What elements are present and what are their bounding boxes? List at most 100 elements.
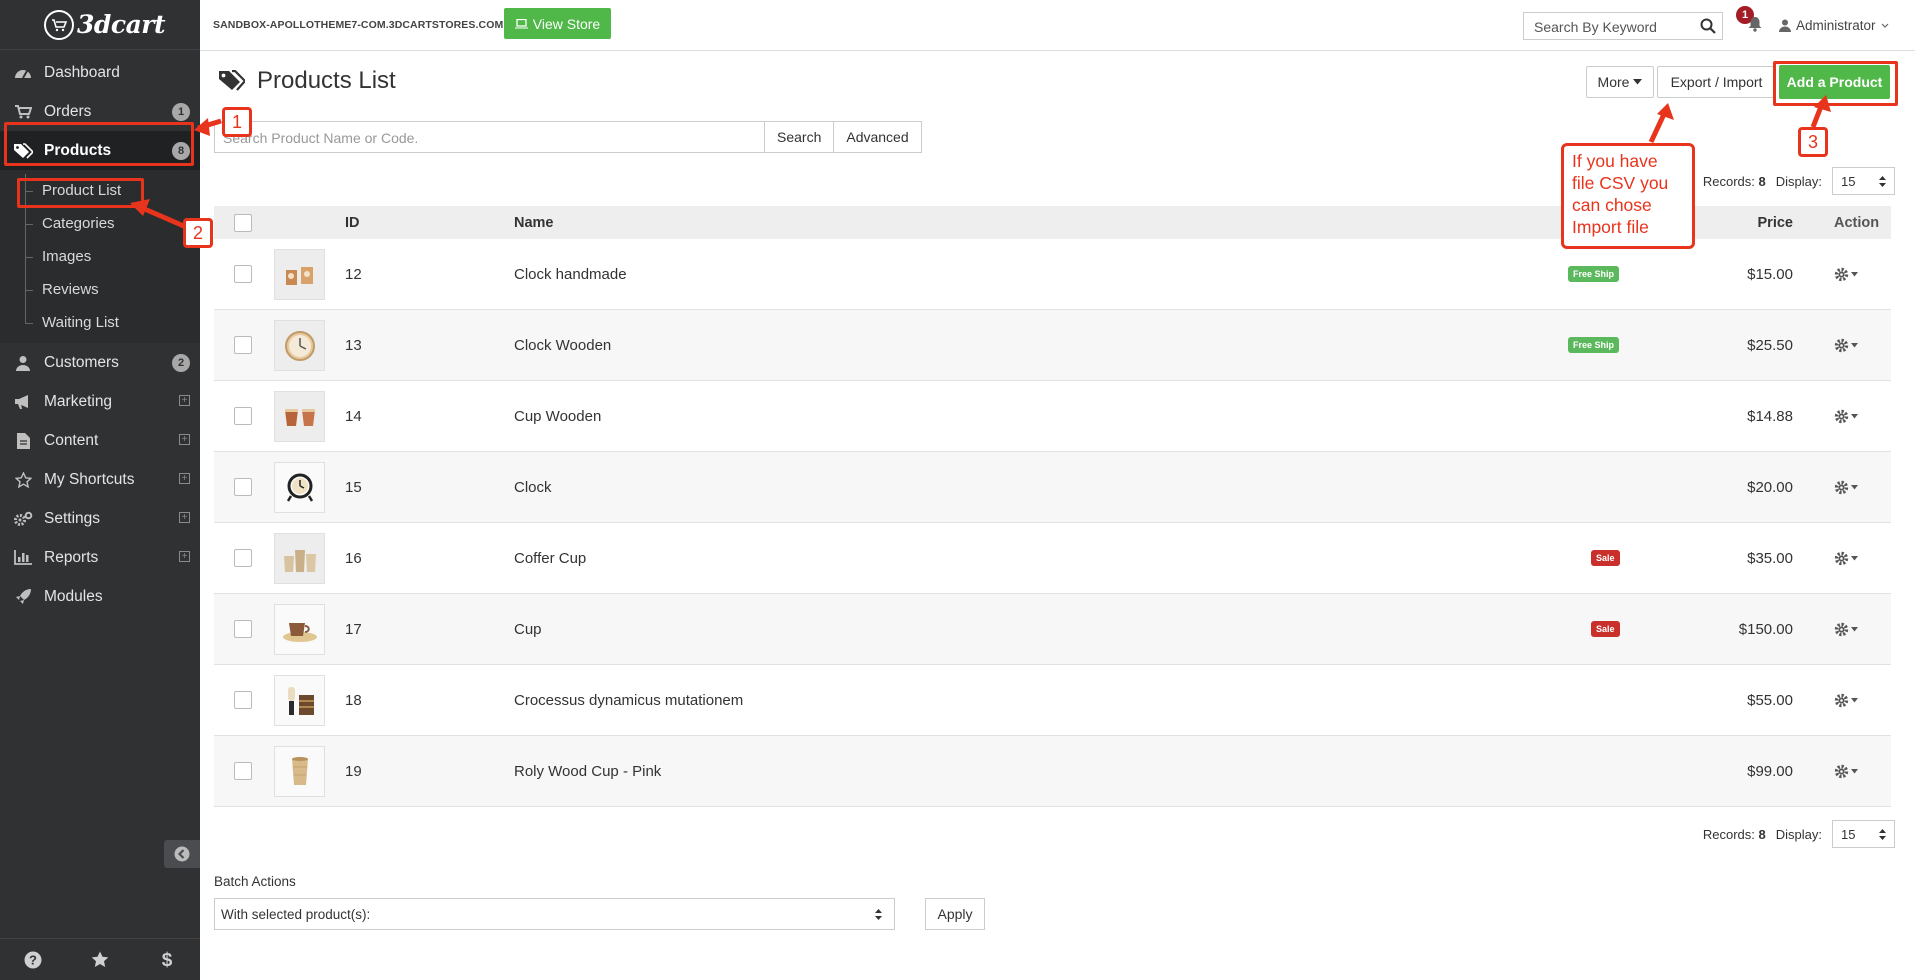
sidebar-item-marketing[interactable]: Marketing + [0, 382, 200, 421]
view-store-button[interactable]: View Store [504, 8, 611, 39]
star-icon [12, 470, 34, 490]
expand-icon[interactable]: + [179, 512, 190, 523]
row-actions-dropdown[interactable] [1834, 267, 1858, 282]
table-row[interactable]: 16 Coffer Cup Sale $35.00 [214, 523, 1891, 594]
table-row[interactable]: 13 Clock Wooden Free Ship $25.50 [214, 310, 1891, 381]
annotation-step-2: 2 [183, 218, 213, 248]
column-header-id[interactable]: ID [345, 215, 360, 231]
gear-icon [1834, 480, 1849, 494]
column-header-price[interactable]: Price [1758, 215, 1793, 231]
product-name[interactable]: Coffer Cup [514, 550, 586, 567]
product-thumbnail[interactable] [274, 675, 325, 726]
row-checkbox[interactable] [234, 762, 252, 780]
row-actions-dropdown[interactable] [1834, 764, 1858, 779]
annotation-step-3: 3 [1798, 127, 1828, 157]
expand-icon[interactable]: + [179, 395, 190, 406]
subnav-item-reviews[interactable]: Reviews [0, 273, 200, 306]
sidebar-item-settings[interactable]: Settings + [0, 499, 200, 538]
display-count-select[interactable]: 15 [1832, 167, 1895, 195]
product-search-input[interactable]: Search Product Name or Code. [214, 121, 765, 153]
product-thumbnail[interactable] [274, 249, 325, 300]
product-name[interactable]: Crocessus dynamicus mutationem [514, 692, 743, 709]
product-thumbnail[interactable] [274, 320, 325, 371]
sidebar-item-content[interactable]: Content + [0, 421, 200, 460]
row-checkbox[interactable] [234, 265, 252, 283]
annotation-highlight-product-list [17, 178, 144, 208]
sidebar-item-dashboard[interactable]: Dashboard [0, 53, 200, 92]
product-name[interactable]: Clock Wooden [514, 337, 611, 354]
row-actions-dropdown[interactable] [1834, 338, 1858, 353]
column-header-action: Action [1834, 214, 1880, 231]
bell-icon[interactable] [1748, 16, 1762, 32]
row-actions-dropdown[interactable] [1834, 622, 1858, 637]
product-thumbnail[interactable] [274, 604, 325, 655]
table-row[interactable]: 17 Cup Sale $150.00 [214, 594, 1891, 665]
search-icon[interactable] [1700, 18, 1716, 34]
expand-icon[interactable]: + [179, 434, 190, 445]
row-actions-dropdown[interactable] [1834, 551, 1858, 566]
subnav-item-categories[interactable]: Categories [0, 207, 200, 240]
batch-action-select[interactable]: With selected product(s): [214, 898, 895, 930]
product-name[interactable]: Roly Wood Cup - Pink [514, 763, 661, 780]
records-label: Records: 8 [1702, 173, 1766, 189]
sidebar-item-customers[interactable]: Customers 2 [0, 343, 200, 382]
display-count-select[interactable]: 15 [1832, 820, 1895, 848]
row-actions-dropdown[interactable] [1834, 409, 1858, 424]
sidebar-item-modules[interactable]: Modules [0, 577, 200, 616]
row-checkbox[interactable] [234, 691, 252, 709]
row-checkbox[interactable] [234, 407, 252, 425]
subnav-item-images[interactable]: Images [0, 240, 200, 273]
sidebar-item-my-shortcuts[interactable]: My Shortcuts + [0, 460, 200, 499]
row-checkbox[interactable] [234, 549, 252, 567]
laptop-icon [514, 18, 528, 28]
sidebar-item-label: Settings [44, 509, 101, 527]
row-checkbox[interactable] [234, 478, 252, 496]
logo[interactable]: 3dcart [0, 0, 200, 50]
apply-batch-button[interactable]: Apply [925, 898, 985, 930]
annotation-callout-import: If you have file CSV you can chose Impor… [1561, 143, 1695, 249]
select-all-checkbox[interactable] [234, 214, 252, 232]
user-icon [12, 353, 34, 373]
product-thumbnail[interactable] [274, 391, 325, 442]
help-icon[interactable]: ? [0, 939, 67, 980]
expand-icon[interactable]: + [179, 473, 190, 484]
cart-icon [12, 102, 34, 122]
table-row[interactable]: 12 Clock handmade Free Ship $15.00 [214, 239, 1891, 310]
sidebar-nav-lower: Customers 2 Marketing + Content + My Sho… [0, 343, 200, 616]
gear-icon [1834, 551, 1849, 565]
column-header-name[interactable]: Name [514, 215, 554, 231]
products-table: ID Name Price Action 12 Clock handmade F… [214, 206, 1891, 807]
gear-icon [1834, 622, 1849, 636]
table-row[interactable]: 19 Roly Wood Cup - Pink $99.00 [214, 736, 1891, 807]
user-menu[interactable]: Administrator [1779, 18, 1889, 33]
export-import-button[interactable]: Export / Import [1657, 66, 1776, 98]
table-row[interactable]: 18 Crocessus dynamicus mutationem $55.00 [214, 665, 1891, 736]
advanced-search-button[interactable]: Advanced [834, 121, 922, 153]
collapse-sidebar-button[interactable] [164, 840, 200, 868]
row-actions-dropdown[interactable] [1834, 480, 1858, 495]
product-name[interactable]: Clock [514, 479, 552, 496]
table-row[interactable]: 14 Cup Wooden $14.88 [214, 381, 1891, 452]
search-button[interactable]: Search [765, 121, 835, 153]
export-import-label: Export / Import [1670, 74, 1763, 90]
dollar-icon[interactable]: $ [133, 939, 200, 980]
table-row[interactable]: 15 Clock $20.00 [214, 452, 1891, 523]
keyword-search-input[interactable]: Search By Keyword [1523, 12, 1723, 40]
product-thumbnail[interactable] [274, 462, 325, 513]
more-dropdown-button[interactable]: More [1586, 66, 1654, 98]
product-name[interactable]: Cup [514, 621, 542, 638]
subnav-item-waiting-list[interactable]: Waiting List [0, 306, 200, 339]
row-checkbox[interactable] [234, 336, 252, 354]
free-ship-badge: Free Ship [1568, 337, 1620, 353]
sidebar-item-reports[interactable]: Reports + [0, 538, 200, 577]
product-name[interactable]: Clock handmade [514, 266, 627, 283]
favorites-star-icon[interactable] [67, 939, 134, 980]
product-thumbnail[interactable] [274, 746, 325, 797]
product-thumbnail[interactable] [274, 533, 325, 584]
caret-down-icon [1851, 342, 1858, 347]
row-actions-dropdown[interactable] [1834, 693, 1858, 708]
row-checkbox[interactable] [234, 620, 252, 638]
sale-badge: Sale [1591, 550, 1620, 566]
product-name[interactable]: Cup Wooden [514, 408, 601, 425]
expand-icon[interactable]: + [179, 551, 190, 562]
